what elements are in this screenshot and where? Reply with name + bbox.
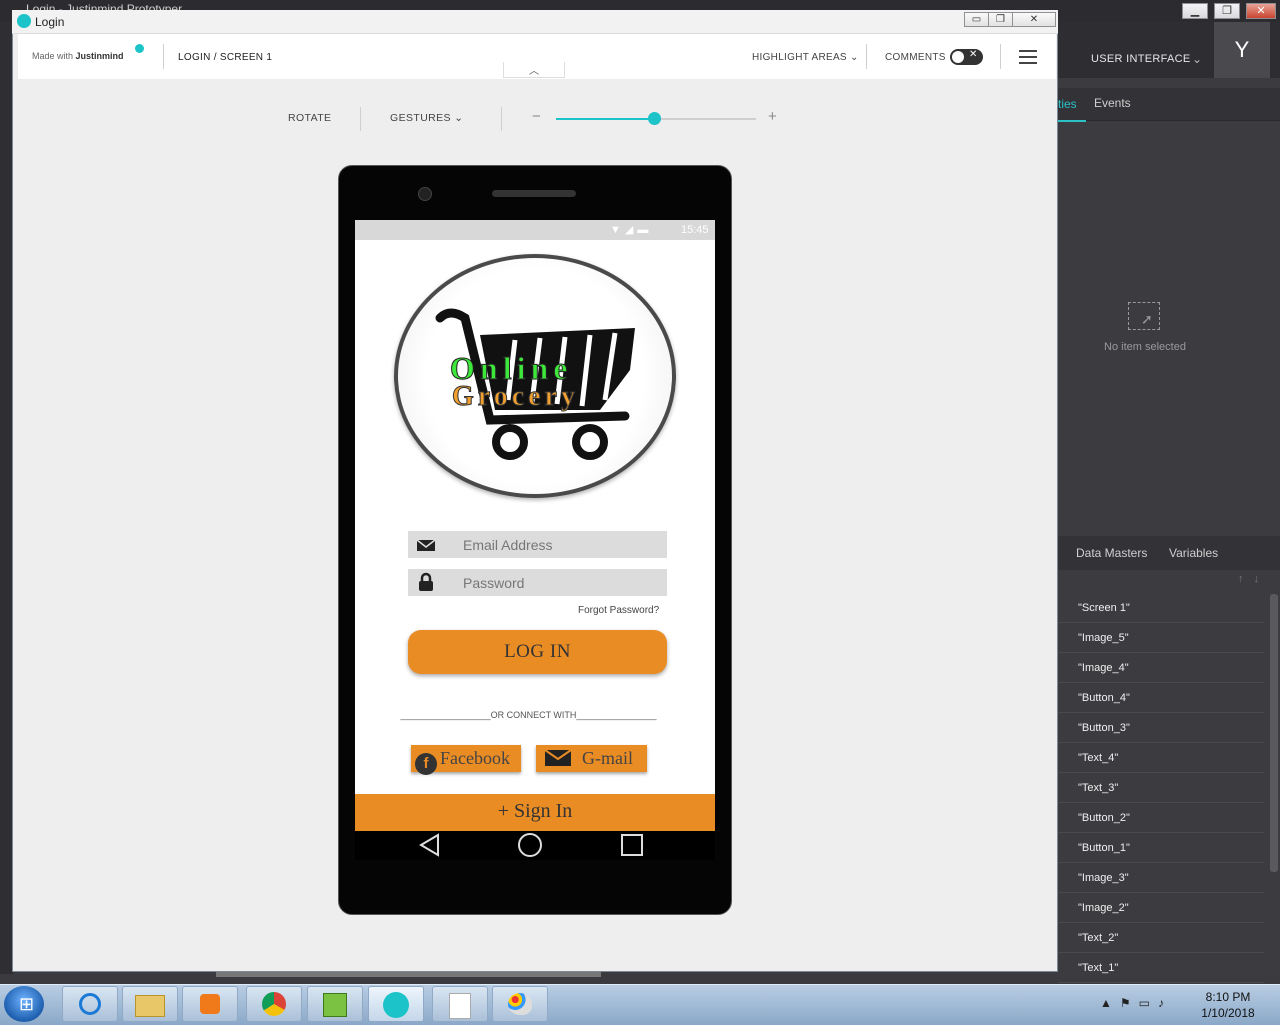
tree-item[interactable]: "Text_2" bbox=[1058, 924, 1264, 953]
tree-item[interactable]: "Button_2" bbox=[1058, 804, 1264, 833]
tree-item[interactable]: "Image_4" bbox=[1058, 654, 1264, 683]
horizontal-scrollbar[interactable] bbox=[216, 972, 601, 977]
chevron-down-icon: ⌄ bbox=[850, 52, 859, 63]
cursor-arrow-icon: ➚ bbox=[1141, 311, 1153, 327]
file-explorer-icon[interactable] bbox=[122, 986, 178, 1022]
tree-item[interactable]: "Text_1" bbox=[1058, 954, 1264, 983]
window-titlebar bbox=[12, 10, 1058, 34]
tree-item[interactable]: "Image_5" bbox=[1058, 624, 1264, 653]
tab-events[interactable]: Events bbox=[1094, 96, 1131, 110]
sort-arrows-icon[interactable]: ↑↓ bbox=[1238, 573, 1269, 585]
camera-icon bbox=[418, 187, 432, 201]
divider bbox=[501, 107, 502, 131]
gmail-button[interactable]: G-mail bbox=[536, 745, 647, 772]
project-app-icon[interactable] bbox=[307, 986, 363, 1022]
email-placeholder: Email Address bbox=[463, 537, 553, 553]
forgot-password-link[interactable]: Forgot Password? bbox=[578, 605, 659, 616]
toggle-knob bbox=[952, 51, 964, 63]
bg-close-button[interactable]: ✕ bbox=[1246, 3, 1276, 19]
properties-tabs bbox=[1058, 88, 1280, 121]
tab-properties[interactable]: ties bbox=[1058, 94, 1086, 122]
user-interface-menu[interactable]: USER INTERFACE bbox=[1091, 53, 1191, 65]
blank-document-icon[interactable] bbox=[432, 986, 488, 1022]
system-tray-icons[interactable]: ▲⚑▭♪ bbox=[1100, 996, 1172, 1010]
collapse-toolbar-button[interactable]: ︿ bbox=[503, 62, 565, 78]
chrome-icon[interactable] bbox=[246, 986, 302, 1022]
tree-item[interactable]: "Button_4" bbox=[1058, 684, 1264, 713]
restore-button[interactable]: ❐ bbox=[988, 12, 1013, 27]
no-item-selected-label: No item selected bbox=[1104, 341, 1186, 353]
envelope-icon bbox=[544, 749, 572, 766]
media-player-icon[interactable] bbox=[182, 986, 238, 1022]
password-field[interactable] bbox=[408, 569, 667, 596]
zoom-in-button[interactable]: + bbox=[768, 108, 777, 125]
breadcrumb: LOGIN / SCREEN 1 bbox=[178, 52, 273, 63]
rotate-button[interactable]: ROTATE bbox=[288, 112, 331, 124]
tree-item[interactable]: "Button_3" bbox=[1058, 714, 1264, 743]
windows-logo-icon: ⊞ bbox=[19, 994, 35, 1014]
taskbar-clock[interactable]: 8:10 PM 1/10/2018 bbox=[1196, 989, 1260, 1021]
zoom-slider-thumb[interactable] bbox=[648, 112, 661, 125]
tree-item[interactable]: "Image_2" bbox=[1058, 894, 1264, 923]
tree-item[interactable]: "Button_1" bbox=[1058, 834, 1264, 863]
close-icon: ✕ bbox=[969, 49, 978, 60]
divider bbox=[360, 107, 361, 131]
hamburger-menu-icon[interactable] bbox=[1019, 50, 1037, 64]
comments-label: COMMENTS bbox=[885, 52, 946, 63]
sign-in-bar[interactable]: + Sign In bbox=[355, 794, 715, 831]
or-connect-with-label: __________________OR CONNECT WITH_______… bbox=[400, 710, 657, 720]
facebook-button[interactable]: f Facebook bbox=[411, 745, 521, 775]
tree-item-screen[interactable]: "Screen 1" bbox=[1058, 594, 1264, 623]
close-button[interactable]: ✕ bbox=[1012, 12, 1056, 27]
gestures-dropdown[interactable]: GESTURES ⌄ bbox=[390, 112, 464, 124]
divider bbox=[866, 44, 867, 69]
home-icon[interactable] bbox=[517, 832, 543, 858]
highlight-areas-dropdown[interactable]: HIGHLIGHT AREAS ⌄ bbox=[752, 52, 859, 63]
bg-restore-button[interactable]: ❐ bbox=[1214, 3, 1240, 19]
login-button[interactable]: LOG IN bbox=[408, 630, 667, 674]
divider bbox=[1000, 44, 1001, 69]
recents-icon[interactable] bbox=[620, 833, 644, 857]
made-with-label[interactable]: Made with Justinmind bbox=[32, 51, 124, 61]
status-bar bbox=[355, 220, 715, 240]
chevron-down-icon: ⌄ bbox=[454, 112, 464, 124]
avatar[interactable]: Y bbox=[1214, 22, 1270, 78]
tree-item[interactable]: "Image_3" bbox=[1058, 864, 1264, 893]
chevron-down-icon[interactable]: ⌄ bbox=[1192, 52, 1202, 66]
tree-item[interactable]: "Text_4" bbox=[1058, 744, 1264, 773]
justinmind-logo-icon bbox=[17, 14, 31, 28]
divider bbox=[163, 44, 164, 69]
back-icon[interactable] bbox=[418, 833, 442, 857]
justinmind-taskbar-icon[interactable] bbox=[368, 986, 424, 1022]
brand-dot-icon bbox=[135, 44, 144, 53]
tab-variables[interactable]: Variables bbox=[1169, 546, 1218, 560]
status-icons: ▼◢▬ bbox=[610, 224, 653, 236]
outline-scrollbar[interactable] bbox=[1270, 594, 1278, 872]
internet-explorer-icon[interactable] bbox=[62, 986, 118, 1022]
minimize-button[interactable]: ▭ bbox=[964, 12, 989, 27]
facebook-icon: f bbox=[415, 753, 437, 775]
zoom-out-button[interactable]: − bbox=[532, 108, 541, 125]
tree-item[interactable]: "Text_3" bbox=[1058, 774, 1264, 803]
status-time: 15:45 bbox=[681, 224, 709, 236]
envelope-icon bbox=[416, 539, 436, 551]
lock-icon bbox=[419, 572, 433, 591]
tab-data-masters[interactable]: Data Masters bbox=[1076, 546, 1147, 560]
window-title: Login bbox=[35, 15, 65, 29]
paint-icon[interactable] bbox=[492, 986, 548, 1022]
bg-minimize-button[interactable]: ▁ bbox=[1182, 3, 1208, 19]
speaker-grille bbox=[492, 190, 576, 197]
zoom-slider-fill bbox=[556, 118, 654, 120]
password-placeholder: Password bbox=[463, 575, 525, 591]
logo-word-grocery: Grocery bbox=[452, 381, 579, 413]
